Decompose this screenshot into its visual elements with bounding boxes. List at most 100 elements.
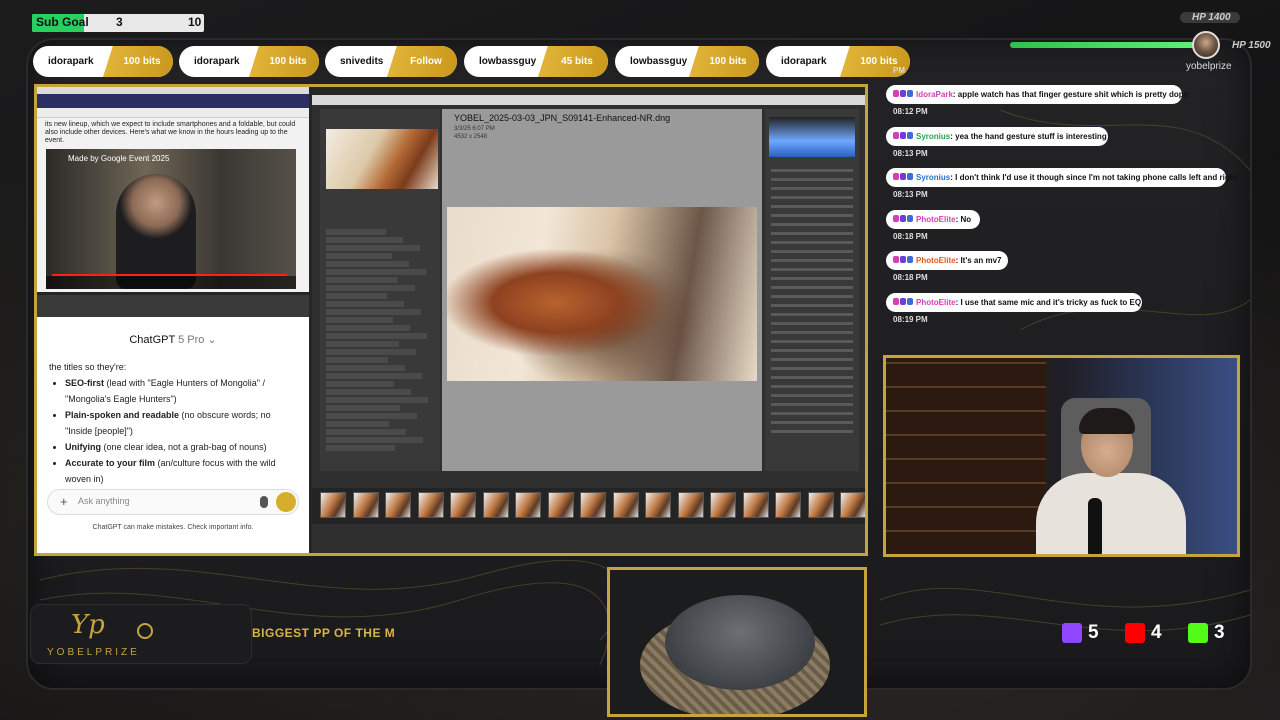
filmstrip-thumbnail[interactable]: [807, 492, 834, 518]
develop-slider[interactable]: [771, 421, 853, 424]
preset-row[interactable]: [326, 429, 406, 435]
video-controls[interactable]: [46, 276, 296, 289]
filmstrip-thumbnail[interactable]: [417, 492, 444, 518]
preset-row[interactable]: [326, 421, 389, 427]
develop-slider[interactable]: [771, 430, 853, 433]
filmstrip-thumbnail[interactable]: [677, 492, 704, 518]
preset-row[interactable]: [326, 349, 416, 355]
filmstrip-thumbnail[interactable]: [645, 492, 671, 518]
develop-sliders[interactable]: [771, 169, 853, 439]
browser-url-bar[interactable]: [37, 108, 309, 118]
preset-row[interactable]: [326, 269, 426, 275]
chat-text: : yea the hand gesture stuff is interest…: [950, 132, 1107, 141]
develop-slider[interactable]: [771, 340, 853, 343]
develop-slider[interactable]: [771, 295, 853, 298]
develop-slider[interactable]: [771, 187, 853, 190]
filmstrip-thumbnail[interactable]: [320, 492, 346, 518]
filmstrip-thumbnail[interactable]: [352, 492, 379, 518]
develop-slider[interactable]: [771, 259, 853, 262]
develop-slider[interactable]: [771, 394, 853, 397]
voice-mode-button[interactable]: [276, 492, 296, 512]
preset-row[interactable]: [326, 285, 415, 291]
filmstrip-thumbnail[interactable]: [515, 492, 541, 518]
preset-row[interactable]: [326, 277, 398, 283]
preset-row[interactable]: [326, 293, 387, 299]
preset-row[interactable]: [326, 237, 403, 243]
fox-photo[interactable]: [447, 207, 757, 381]
video-player[interactable]: Made by Google Event 2025: [46, 149, 296, 289]
chatgpt-browser-bar[interactable]: [37, 295, 309, 317]
chat-username: PhotoElite: [916, 298, 956, 307]
develop-slider[interactable]: [771, 268, 853, 271]
develop-slider[interactable]: [771, 178, 853, 181]
photo-filename: YOBEL_2025-03-03_JPN_S09141-Enhanced-NR.…: [454, 113, 671, 123]
filmstrip-thumbnail[interactable]: [612, 492, 639, 518]
filmstrip-thumbnail[interactable]: [580, 492, 606, 518]
preset-row[interactable]: [326, 405, 400, 411]
preset-row[interactable]: [326, 365, 405, 371]
develop-slider[interactable]: [771, 412, 853, 415]
preset-row[interactable]: [326, 445, 395, 451]
develop-slider[interactable]: [771, 385, 853, 388]
chat-time: 08:19 PM: [893, 315, 928, 324]
filmstrip-thumbnail[interactable]: [742, 492, 769, 518]
preset-list[interactable]: [326, 229, 434, 453]
navigator-thumbnail[interactable]: [326, 129, 438, 189]
preset-row[interactable]: [326, 333, 427, 339]
filmstrip-thumbnail[interactable]: [385, 492, 411, 518]
response-intro: the titles so they're:: [49, 362, 127, 372]
preset-row[interactable]: [326, 389, 411, 395]
develop-slider[interactable]: [771, 349, 853, 352]
develop-slider[interactable]: [771, 403, 853, 406]
develop-slider[interactable]: [771, 241, 853, 244]
develop-slider[interactable]: [771, 313, 853, 316]
preset-row[interactable]: [326, 301, 404, 307]
develop-slider[interactable]: [771, 214, 853, 217]
develop-slider[interactable]: [771, 322, 853, 325]
preset-row[interactable]: [326, 437, 423, 443]
preset-row[interactable]: [326, 245, 420, 251]
develop-slider[interactable]: [771, 205, 853, 208]
preset-row[interactable]: [326, 309, 421, 315]
filmstrip-thumbnail[interactable]: [840, 492, 865, 518]
filmstrip[interactable]: [312, 488, 865, 524]
chatgpt-model-selector[interactable]: ChatGPT 5 Pro ⌄: [37, 333, 309, 346]
develop-slider[interactable]: [771, 232, 853, 235]
preset-row[interactable]: [326, 341, 399, 347]
develop-slider[interactable]: [771, 367, 853, 370]
preset-row[interactable]: [326, 317, 393, 323]
bits-pill: lowbassguy 100 bits: [615, 46, 759, 77]
develop-slider[interactable]: [771, 358, 853, 361]
preset-row[interactable]: [326, 261, 409, 267]
develop-slider[interactable]: [771, 376, 853, 379]
filmstrip-thumbnail[interactable]: [450, 492, 476, 518]
avatar-name: yobelprize: [1186, 61, 1232, 72]
preset-row[interactable]: [326, 397, 428, 403]
bits-amount: Follow: [387, 46, 457, 77]
filmstrip-thumbnail[interactable]: [547, 492, 574, 518]
filmstrip-thumbnail[interactable]: [710, 492, 736, 518]
plus-icon[interactable]: +: [60, 494, 68, 509]
develop-slider[interactable]: [771, 196, 853, 199]
preset-row[interactable]: [326, 381, 394, 387]
browser-tab-strip[interactable]: [37, 94, 309, 108]
develop-slider[interactable]: [771, 277, 853, 280]
browser-window: its new lineup, which we expect to inclu…: [37, 87, 309, 292]
preset-row[interactable]: [326, 373, 422, 379]
preset-row[interactable]: [326, 253, 392, 259]
preset-row[interactable]: [326, 325, 410, 331]
develop-slider[interactable]: [771, 331, 853, 334]
model-name: ChatGPT: [129, 334, 175, 346]
preset-row[interactable]: [326, 229, 386, 235]
filmstrip-thumbnail[interactable]: [482, 492, 509, 518]
chatgpt-input[interactable]: + Ask anything: [47, 489, 299, 515]
filmstrip-thumbnail[interactable]: [775, 492, 801, 518]
preset-row[interactable]: [326, 357, 388, 363]
develop-slider[interactable]: [771, 250, 853, 253]
develop-slider[interactable]: [771, 169, 853, 172]
develop-slider[interactable]: [771, 304, 853, 307]
develop-slider[interactable]: [771, 286, 853, 289]
develop-slider[interactable]: [771, 223, 853, 226]
microphone-icon[interactable]: [260, 496, 268, 508]
preset-row[interactable]: [326, 413, 417, 419]
